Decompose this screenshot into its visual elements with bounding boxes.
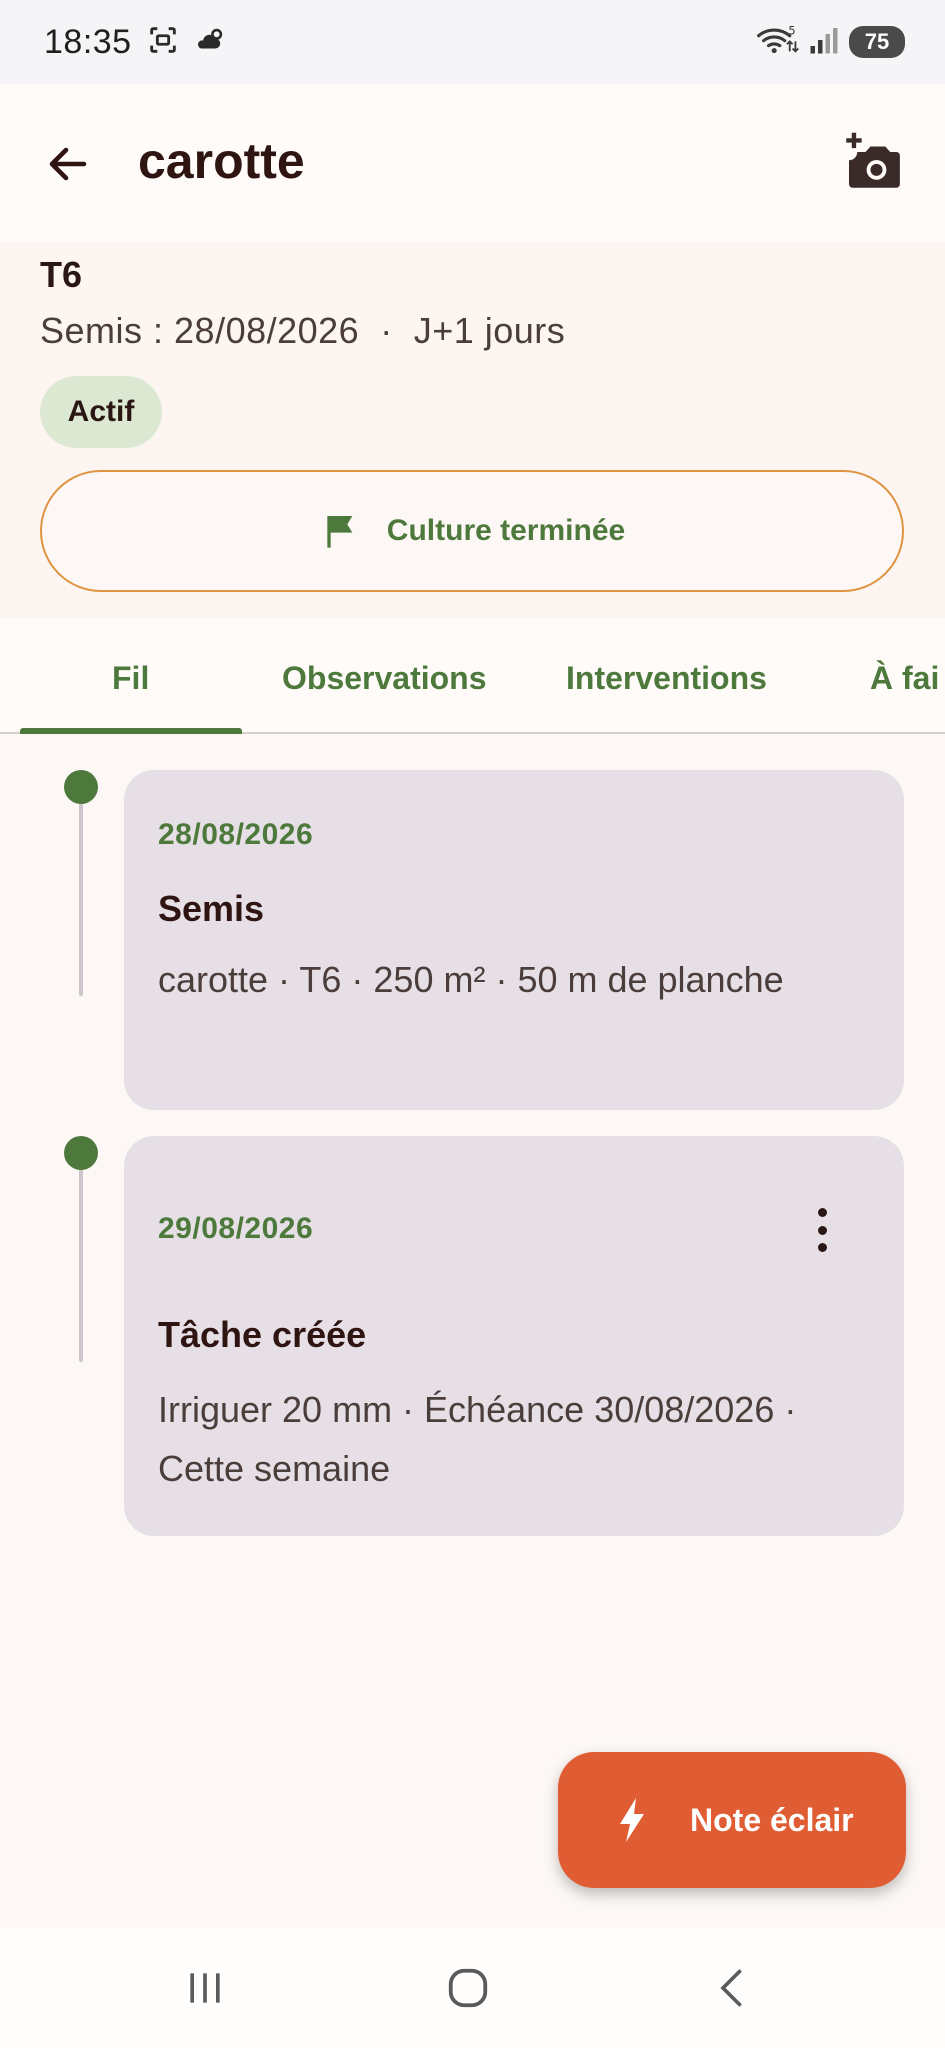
home-icon[interactable] (438, 1958, 498, 2018)
quick-note-button[interactable]: Note éclair (558, 1752, 906, 1888)
svg-text:5: 5 (788, 23, 795, 37)
back-button[interactable] (40, 136, 96, 192)
end-crop-label: Culture terminée (386, 514, 626, 547)
tab-bar: Fil Observations Interventions À fai (0, 618, 945, 734)
end-crop-button[interactable]: Culture terminée (40, 470, 904, 592)
timeline-line (79, 1148, 83, 1362)
battery-indicator: 75 (849, 26, 905, 58)
event-description: Irriguer 20 mm · Échéance 30/08/2026 · C… (158, 1389, 797, 1489)
tab-interventions[interactable]: Interventions (566, 660, 767, 697)
status-bar: 18:35 5 75 (0, 0, 945, 84)
app-bar: carotte (0, 84, 945, 242)
timeline-card[interactable]: 28/08/2026 Semis carotte · T6 · 250 m² ·… (124, 770, 904, 1110)
page-title: carotte (138, 133, 305, 189)
event-title: Tâche créée (158, 1314, 367, 1355)
quick-note-label: Note éclair (690, 1801, 854, 1838)
more-options-icon[interactable] (816, 1208, 828, 1252)
sowing-info: Semis : 28/08/2026 · J+1 jours (40, 310, 566, 351)
system-nav-bar (0, 1928, 945, 2048)
tab-indicator (20, 728, 242, 734)
timeline-dot (64, 770, 98, 804)
event-title: Semis (158, 888, 265, 929)
screenshot-icon (146, 23, 180, 62)
back-nav-icon[interactable] (704, 1958, 764, 2018)
event-description: carotte · T6 · 250 m² · 50 m de planche (158, 959, 784, 1000)
add-photo-button[interactable] (838, 130, 904, 196)
recent-apps-icon[interactable] (175, 1958, 235, 2018)
plot-name: T6 (40, 254, 83, 295)
lightning-icon (620, 1798, 644, 1842)
status-left: 18:35 (44, 23, 228, 62)
arrow-left-icon (49, 147, 87, 181)
clock: 18:35 (44, 22, 132, 61)
wifi-icon: 5 (755, 23, 799, 62)
weather-icon (194, 23, 228, 62)
timeline-card[interactable]: 29/08/2026 Tâche créée Irriguer 20 mm · … (124, 1136, 904, 1536)
crop-summary: T6 Semis : 28/08/2026 · J+1 jours Actif … (0, 242, 945, 618)
add-photo-icon (846, 132, 900, 188)
event-date: 29/08/2026 (158, 1212, 314, 1245)
tab-a-faire[interactable]: À fai (870, 660, 939, 697)
status-chip: Actif (40, 376, 162, 448)
flag-icon (327, 516, 353, 548)
signal-icon (809, 25, 839, 60)
event-date: 28/08/2026 (158, 818, 314, 851)
timeline-dot (64, 1136, 98, 1170)
tab-observations[interactable]: Observations (282, 660, 487, 697)
tab-fil[interactable]: Fil (112, 660, 149, 697)
status-right: 5 75 (755, 23, 905, 62)
timeline-line (79, 782, 83, 996)
